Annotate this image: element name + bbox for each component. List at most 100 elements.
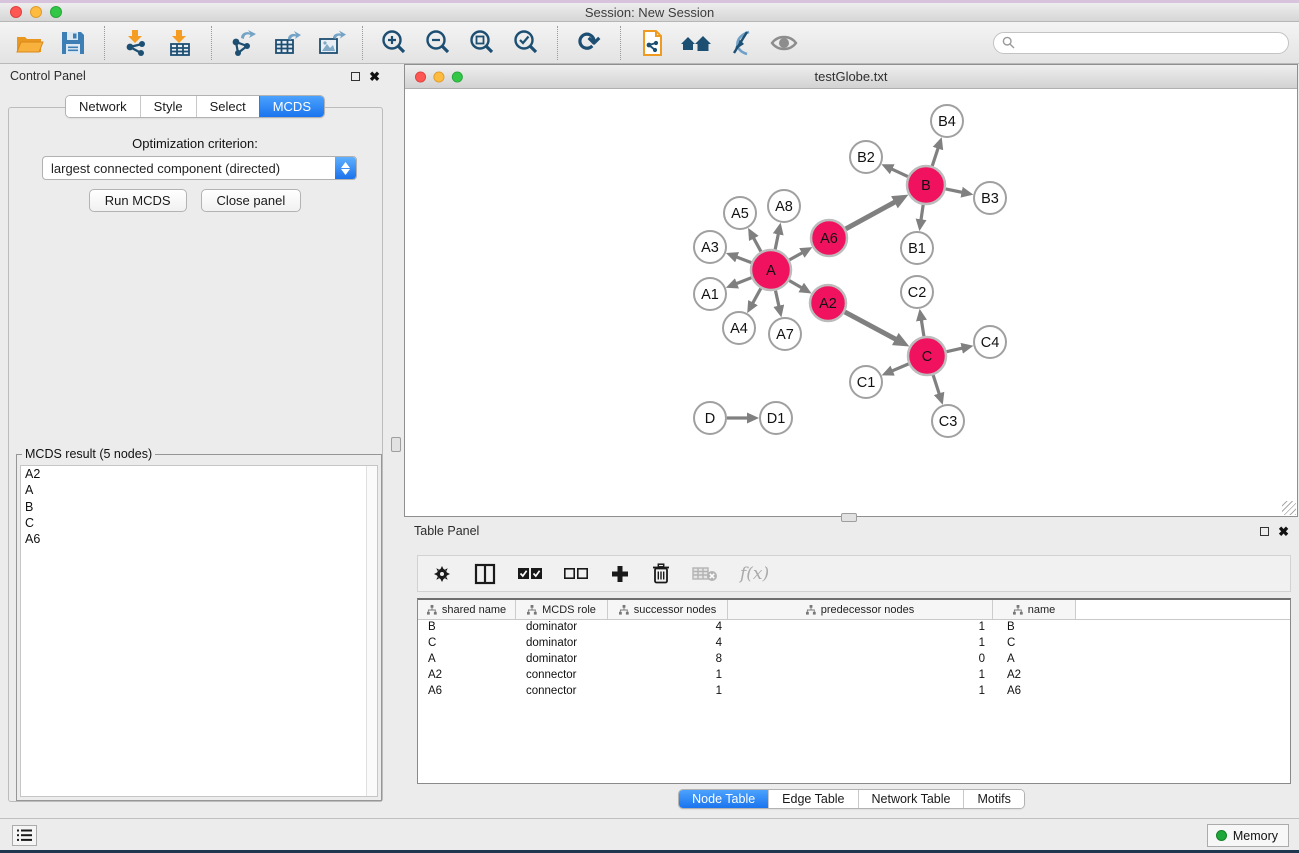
edge-A-A8[interactable]	[775, 232, 778, 249]
zoom-out-button[interactable]	[419, 25, 457, 61]
node-B1[interactable]: B1	[901, 232, 933, 264]
tab-network[interactable]: Network	[66, 96, 140, 117]
table-cell[interactable]: dominator	[516, 620, 608, 636]
node-D1[interactable]: D1	[760, 402, 792, 434]
task-history-button[interactable]	[12, 825, 37, 846]
tab-mcds[interactable]: MCDS	[259, 96, 324, 117]
zoom-fit-button[interactable]	[463, 25, 501, 61]
table-cell[interactable]: 4	[608, 636, 728, 652]
table-cell[interactable]: A	[418, 652, 516, 668]
table-cell[interactable]: connector	[516, 668, 608, 684]
table-cell[interactable]: 1	[728, 684, 993, 700]
create-column-button[interactable]	[610, 561, 630, 587]
node-C4[interactable]: C4	[974, 326, 1006, 358]
node-A1[interactable]: A1	[694, 278, 726, 310]
table-row[interactable]: Bdominator41B	[418, 620, 1290, 636]
edge-B-B3[interactable]	[946, 189, 964, 193]
mcds-result-item[interactable]: A2	[21, 466, 377, 482]
tab-edge-table[interactable]: Edge Table	[768, 790, 857, 808]
edge-A-A1[interactable]	[735, 278, 751, 284]
show-column-button[interactable]	[474, 561, 496, 587]
zoom-network-window-button[interactable]	[452, 71, 463, 82]
table-cell[interactable]: B	[993, 620, 1076, 636]
table-cell[interactable]: C	[993, 636, 1076, 652]
table-cell[interactable]: A	[993, 652, 1076, 668]
table-cell[interactable]: B	[418, 620, 516, 636]
export-table-button[interactable]	[268, 25, 306, 61]
node-C1[interactable]: C1	[850, 366, 882, 398]
criterion-select[interactable]: largest connected component (directed)	[42, 156, 357, 180]
edge-B-B1[interactable]	[921, 205, 923, 221]
node-A6[interactable]: A6	[811, 220, 847, 256]
column-header-MCDS-role[interactable]: MCDS role	[516, 600, 608, 619]
node-A2[interactable]: A2	[810, 285, 846, 321]
network-canvas[interactable]: B4B2BB3A5A8A6B1A3AC2A1A2A4A7C4CC1C3DD1	[405, 89, 1297, 516]
edge-C-C4[interactable]	[947, 348, 964, 352]
tab-network-table[interactable]: Network Table	[858, 790, 964, 808]
mcds-result-item[interactable]: B	[21, 499, 377, 515]
edge-A-A4[interactable]	[752, 288, 761, 304]
close-panel-icon[interactable]: ✖	[369, 70, 380, 83]
zoom-selected-button[interactable]	[507, 25, 545, 61]
deselect-all-button[interactable]	[564, 561, 588, 587]
edge-B-B2[interactable]	[890, 168, 907, 176]
column-header-predecessor-nodes[interactable]: predecessor nodes	[728, 600, 993, 619]
table-row[interactable]: A6connector11A6	[418, 684, 1290, 700]
table-cell[interactable]: 0	[728, 652, 993, 668]
delete-table-button[interactable]	[692, 561, 718, 587]
node-A7[interactable]: A7	[769, 318, 801, 350]
network-window-titlebar[interactable]: testGlobe.txt	[405, 65, 1297, 89]
node-A[interactable]: A	[751, 250, 791, 290]
table-options-button[interactable]	[432, 561, 452, 587]
table-row[interactable]: A2connector11A2	[418, 668, 1290, 684]
node-C[interactable]: C	[908, 337, 946, 375]
table-cell[interactable]: dominator	[516, 636, 608, 652]
close-window-button[interactable]	[10, 6, 22, 18]
hide-graphics-details-button[interactable]	[721, 25, 759, 61]
table-cell[interactable]: dominator	[516, 652, 608, 668]
table-cell[interactable]: A2	[418, 668, 516, 684]
horizontal-splitter-grip[interactable]	[841, 513, 857, 522]
vertical-splitter-grip[interactable]	[391, 437, 401, 452]
table-cell[interactable]: 1	[728, 668, 993, 684]
node-C2[interactable]: C2	[901, 276, 933, 308]
table-cell[interactable]: 1	[608, 684, 728, 700]
close-table-panel-icon[interactable]: ✖	[1278, 525, 1289, 538]
edge-A-A5[interactable]	[753, 237, 761, 252]
save-session-button[interactable]	[54, 25, 92, 61]
select-all-button[interactable]	[518, 561, 542, 587]
node-B[interactable]: B	[907, 166, 945, 204]
search-input[interactable]	[1020, 36, 1280, 50]
open-session-button[interactable]	[10, 25, 48, 61]
result-scrollbar[interactable]	[366, 466, 377, 796]
node-B4[interactable]: B4	[931, 105, 963, 137]
export-image-button[interactable]	[312, 25, 350, 61]
show-hide-button[interactable]	[765, 25, 803, 61]
column-header-shared-name[interactable]: shared name	[418, 600, 516, 619]
float-table-panel-icon[interactable]	[1260, 527, 1269, 536]
table-cell[interactable]: 1	[728, 636, 993, 652]
tab-style[interactable]: Style	[140, 96, 196, 117]
home-button[interactable]	[677, 25, 715, 61]
edge-B-B4[interactable]	[932, 147, 938, 166]
mcds-result-item[interactable]: C	[21, 515, 377, 531]
table-cell[interactable]: A6	[418, 684, 516, 700]
edge-A6-B[interactable]	[846, 201, 896, 229]
table-cell[interactable]: A2	[993, 668, 1076, 684]
node-A8[interactable]: A8	[768, 190, 800, 222]
zoom-window-button[interactable]	[50, 6, 62, 18]
node-C3[interactable]: C3	[932, 405, 964, 437]
ndex-button[interactable]	[633, 25, 671, 61]
table-cell[interactable]: 8	[608, 652, 728, 668]
delete-column-button[interactable]	[652, 561, 670, 587]
node-B3[interactable]: B3	[974, 182, 1006, 214]
table-cell[interactable]: 1	[728, 620, 993, 636]
table-row[interactable]: Adominator80A	[418, 652, 1290, 668]
export-network-button[interactable]	[224, 25, 262, 61]
edge-C-C2[interactable]	[921, 319, 924, 337]
table-cell[interactable]: connector	[516, 684, 608, 700]
table-row[interactable]: Cdominator41C	[418, 636, 1290, 652]
search-field[interactable]	[993, 32, 1289, 54]
mcds-result-item[interactable]: A	[21, 482, 377, 498]
memory-button[interactable]: Memory	[1207, 824, 1289, 847]
